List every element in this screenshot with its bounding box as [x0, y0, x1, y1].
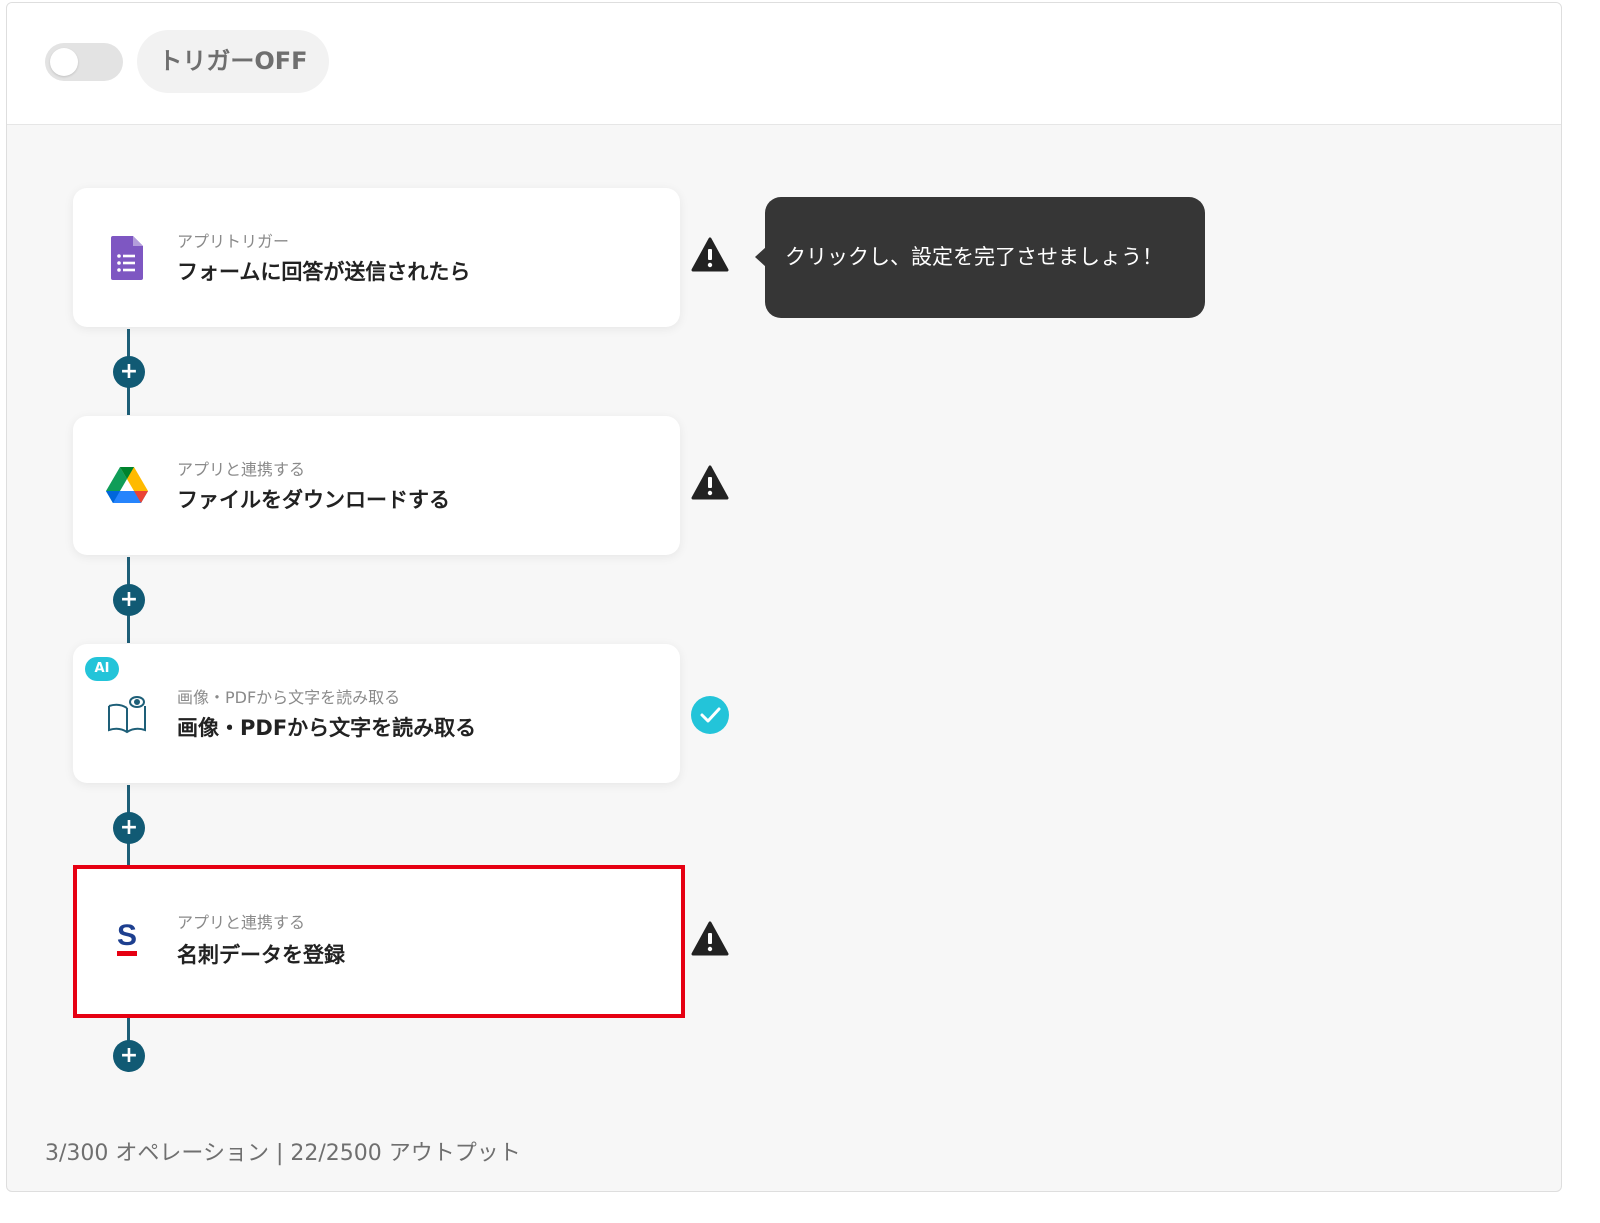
step-title: ファイルをダウンロードする	[177, 488, 450, 512]
toggle-knob	[50, 48, 78, 76]
step-card-form-trigger[interactable]: アプリトリガー フォームに回答が送信されたら	[73, 188, 680, 327]
step-type-label: アプリと連携する	[177, 913, 306, 932]
step-title: 画像・PDFから文字を読み取る	[177, 716, 477, 740]
warning-icon[interactable]	[690, 235, 730, 275]
sansan-icon: S	[103, 917, 151, 965]
trigger-toggle[interactable]	[45, 43, 123, 81]
google-drive-icon	[103, 462, 151, 510]
step-type-label: アプリと連携する	[177, 460, 306, 479]
add-step-button[interactable]: +	[113, 1040, 145, 1072]
svg-text:S: S	[117, 919, 137, 952]
google-forms-icon	[103, 234, 151, 282]
step-card-register-business-card[interactable]: S アプリと連携する 名刺データを登録	[73, 865, 685, 1018]
step-title: 名刺データを登録	[177, 943, 345, 967]
warning-icon[interactable]	[690, 919, 730, 959]
usage-counter: 3/300 オペレーション | 22/2500 アウトプット	[45, 1141, 521, 1166]
add-step-button[interactable]: +	[113, 812, 145, 844]
step-card-download-file[interactable]: アプリと連携する ファイルをダウンロードする	[73, 416, 680, 555]
add-step-button[interactable]: +	[113, 584, 145, 616]
warning-icon[interactable]	[690, 463, 730, 503]
flow-editor: トリガーOFF + + + + アプリトリガー フォームに回答が送信されたら ア…	[6, 2, 1562, 1192]
trigger-status-label: トリガーOFF	[137, 30, 329, 93]
ocr-book-icon	[103, 690, 151, 738]
add-step-button[interactable]: +	[113, 356, 145, 388]
step-title: フォームに回答が送信されたら	[177, 260, 471, 284]
step-type-label: アプリトリガー	[177, 232, 290, 251]
check-complete-icon	[690, 695, 730, 735]
step-type-label: 画像・PDFから文字を読み取る	[177, 688, 401, 707]
step-card-ocr[interactable]: AI 画像・PDFから文字を読み取る 画像・PDFから文字を読み取る	[73, 644, 680, 783]
flow-header: トリガーOFF	[7, 3, 1561, 125]
ai-badge: AI	[85, 657, 119, 681]
setup-hint-tooltip: クリックし、設定を完了させましょう！	[765, 197, 1205, 318]
